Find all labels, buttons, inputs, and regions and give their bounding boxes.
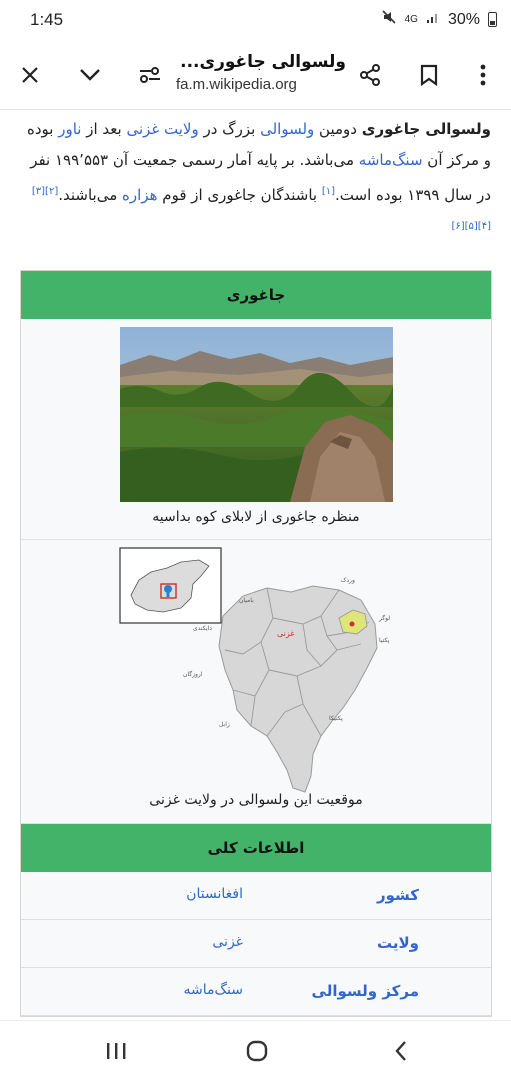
infobox-map-cell: غزنی وردک بامیان دایکندی اروزگان زابل پک… bbox=[21, 540, 491, 824]
row-label[interactable]: کشور bbox=[377, 886, 419, 904]
photo-caption: منظره جاغوری از لابلای کوه بداسیه bbox=[152, 509, 360, 525]
map-label-logar: لوگر bbox=[378, 614, 390, 622]
text-run: می‌باشند. bbox=[58, 186, 123, 204]
system-nav-bar bbox=[0, 1020, 511, 1080]
infobox-photo-cell: منظره جاغوری از لابلای کوه بداسیه bbox=[21, 319, 491, 540]
text-run: بزرگ در bbox=[198, 120, 261, 138]
landscape-photo[interactable] bbox=[120, 327, 393, 502]
network-type: 4G bbox=[404, 14, 418, 25]
signal-icon bbox=[426, 10, 440, 29]
map-label-paktia: پکتیا bbox=[379, 637, 390, 644]
infobox: جاغوری منظره جاغوری از لابلای کوه بداسیه… bbox=[20, 270, 492, 1017]
map-label-urozgan: اروزگان bbox=[183, 670, 203, 678]
link-hazara[interactable]: هزاره bbox=[122, 186, 157, 204]
article-content: ولسوالی جاغوری دومین ولسوالی بزرگ در ولا… bbox=[0, 110, 511, 1020]
map-label-bamyan: بامیان bbox=[239, 597, 254, 604]
intro-paragraph: ولسوالی جاغوری دومین ولسوالی بزرگ در ولا… bbox=[0, 110, 511, 246]
infobox-row-country: کشور افغانستان bbox=[21, 872, 491, 920]
infobox-section-title: اطلاعات کلی bbox=[21, 824, 491, 872]
map-label-ghazni: غزنی bbox=[277, 629, 295, 638]
row-value[interactable]: سنگ‌ماشه bbox=[184, 982, 244, 998]
home-icon[interactable] bbox=[217, 1021, 297, 1080]
text-run: باشندگان جاغوری از قوم bbox=[157, 186, 322, 204]
share-icon[interactable] bbox=[350, 40, 390, 110]
row-label[interactable]: مرکز ولسوالی bbox=[312, 982, 419, 1000]
text-run: بعد از bbox=[81, 120, 127, 138]
map-caption: موقعیت این ولسوالی در ولایت غزنی bbox=[149, 792, 363, 808]
row-label[interactable]: ولایت bbox=[377, 934, 419, 952]
page-title: ولسوالی جاغوری... bbox=[180, 52, 346, 72]
page-title-area[interactable]: ولسوالی جاغوری... fa.m.wikipedia.org bbox=[176, 52, 346, 93]
chevron-down-icon[interactable] bbox=[70, 40, 110, 110]
browser-toolbar: ولسوالی جاغوری... fa.m.wikipedia.org bbox=[0, 40, 511, 110]
infobox-row-center: مرکز ولسوالی سنگ‌ماشه bbox=[21, 968, 491, 1016]
link-ghazni-province[interactable]: ولایت غزنی bbox=[126, 120, 198, 138]
battery-percent: 30% bbox=[447, 10, 480, 28]
text-run: دومین bbox=[314, 120, 362, 138]
location-map[interactable]: غزنی وردک بامیان دایکندی اروزگان زابل پک… bbox=[21, 540, 491, 824]
mute-icon bbox=[381, 9, 397, 30]
page-url: fa.m.wikipedia.org bbox=[176, 76, 297, 93]
map-label-wardak: وردک bbox=[341, 576, 355, 584]
status-time: 1:45 bbox=[30, 10, 64, 29]
map-label-paktika: پکتیکا bbox=[329, 715, 343, 722]
recent-apps-icon[interactable] bbox=[76, 1021, 156, 1080]
article-subject: ولسوالی جاغوری bbox=[361, 120, 491, 138]
back-icon[interactable] bbox=[361, 1021, 441, 1080]
close-icon[interactable] bbox=[10, 40, 50, 110]
link-nawur[interactable]: ناور bbox=[58, 120, 81, 138]
link-sangmasha[interactable]: سنگ‌ماشه bbox=[359, 151, 423, 169]
page-settings-icon[interactable] bbox=[130, 40, 170, 110]
status-bar: 1:45 4G 30% bbox=[0, 0, 511, 40]
infobox-title: جاغوری bbox=[21, 271, 491, 319]
map-label-zabul: زابل bbox=[219, 721, 230, 728]
reference-1[interactable]: [۱] bbox=[322, 186, 335, 197]
map-label-daykundi: دایکندی bbox=[193, 625, 212, 632]
link-wolswali[interactable]: ولسوالی bbox=[260, 120, 314, 138]
battery-icon bbox=[488, 12, 497, 27]
status-icons: 4G 30% bbox=[381, 9, 497, 30]
bookmark-icon[interactable] bbox=[409, 40, 449, 110]
row-value[interactable]: افغانستان bbox=[186, 886, 243, 902]
more-vert-icon[interactable] bbox=[463, 40, 503, 110]
infobox-row-province: ولایت غزنی bbox=[21, 920, 491, 968]
row-value[interactable]: غزنی bbox=[212, 934, 243, 950]
